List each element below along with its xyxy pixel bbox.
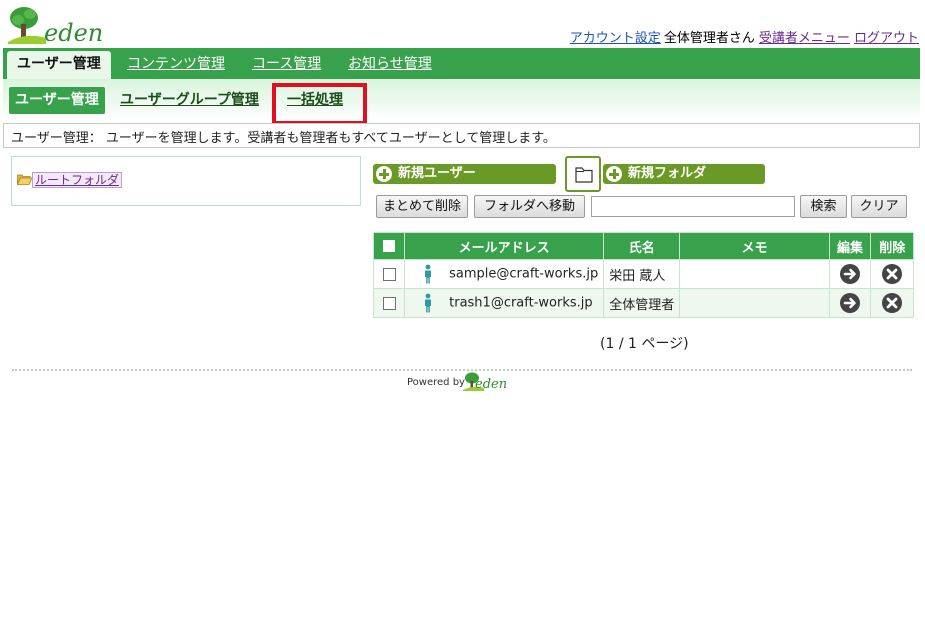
clear-button[interactable]: クリア (851, 195, 907, 218)
edit-cell (828, 259, 872, 289)
tree-item-root: ルートフォルダ (17, 171, 123, 188)
header-memo[interactable]: メモ (679, 232, 830, 260)
add-circle-icon (606, 166, 622, 182)
subtab-bulk-processing[interactable]: 一括処理 (287, 87, 343, 114)
footer-logo-text: eden (475, 377, 508, 392)
move-to-folder-button[interactable]: フォルダへ移動 (474, 195, 585, 218)
folder-tree-panel: ルートフォルダ (11, 156, 361, 206)
logout-link[interactable]: ログアウト (854, 31, 919, 46)
delete-x-icon[interactable] (882, 293, 903, 313)
search-button[interactable]: 検索 (800, 195, 847, 218)
row-select-cell (372, 259, 406, 289)
user-memo (679, 288, 830, 318)
user-name: 全体管理者 (603, 288, 681, 318)
delete-cell (870, 288, 914, 318)
pagination-label: (1 / 1 ページ) (600, 336, 689, 352)
powered-by-label: Powered by (407, 377, 465, 388)
email-cell: trash1@craft-works.jp (404, 288, 605, 318)
header-email[interactable]: メールアドレス (404, 232, 605, 260)
account-settings-link[interactable]: アカウント設定 (570, 31, 661, 46)
tab-course-management[interactable]: コース管理 (252, 48, 321, 79)
table-row: sample@craft-works.jp 栄田 蔵人 (372, 259, 914, 289)
edit-cell (828, 288, 872, 318)
new-user-label: 新規ユーザー (398, 166, 476, 181)
user-table: メールアドレス 氏名 メモ 編集 削除 sample@craft-works.j… (372, 232, 914, 318)
subtab-user-group-management[interactable]: ユーザーグループ管理 (120, 87, 259, 114)
table-row: trash1@craft-works.jp 全体管理者 (372, 288, 914, 318)
tab-content-management[interactable]: コンテンツ管理 (127, 48, 225, 79)
header-delete: 削除 (870, 232, 914, 260)
eden-logo: eden (8, 4, 108, 47)
delete-x-icon[interactable] (882, 264, 903, 284)
main-tab-bar: ユーザー管理 コンテンツ管理 コース管理 お知らせ管理 (3, 48, 920, 79)
user-memo (679, 259, 830, 289)
delete-cell (870, 259, 914, 289)
search-input[interactable] (591, 196, 795, 217)
new-folder-button[interactable]: 新規フォルダ (603, 164, 765, 184)
header-select-cell (372, 232, 406, 260)
row-select-cell (372, 288, 406, 318)
row-checkbox[interactable] (382, 296, 396, 310)
bulk-delete-button[interactable]: まとめて削除 (376, 195, 468, 218)
user-icon (425, 293, 432, 313)
tab-notice-management[interactable]: お知らせ管理 (348, 48, 432, 79)
table-header-row: メールアドレス 氏名 メモ 編集 削除 (372, 232, 914, 260)
new-folder-label: 新規フォルダ (628, 166, 707, 181)
new-user-button[interactable]: 新規ユーザー (373, 164, 556, 184)
header-name[interactable]: 氏名 (603, 232, 681, 260)
user-email: sample@craft-works.jp (449, 266, 599, 282)
user-name: 栄田 蔵人 (603, 259, 681, 289)
add-circle-icon (376, 166, 392, 182)
row-checkbox[interactable] (382, 267, 396, 281)
open-folder-icon (17, 174, 32, 185)
sub-tab-bar: ユーザー管理 ユーザーグループ管理 一括処理 (3, 79, 920, 119)
top-nav: アカウント設定 全体管理者さん 受講者メニュー ログアウト (570, 27, 919, 46)
subtab-user-management[interactable]: ユーザー管理 (9, 87, 105, 114)
tab-user-management[interactable]: ユーザー管理 (7, 51, 111, 79)
page-description: ユーザー管理： ユーザーを管理します。受講者も管理者もすべてユーザーとして管理し… (3, 123, 920, 148)
email-cell: sample@craft-works.jp (404, 259, 605, 289)
logo-text: eden (44, 19, 104, 47)
select-all-checkbox[interactable] (383, 240, 396, 252)
user-email: trash1@craft-works.jp (449, 295, 593, 311)
user-icon (425, 264, 432, 284)
folder-view-button[interactable] (565, 156, 601, 192)
powered-by-footer: Powered by eden (407, 371, 527, 395)
student-menu-link[interactable]: 受講者メニュー (759, 31, 850, 46)
tree-icon (8, 7, 46, 44)
root-folder-link[interactable]: ルートフォルダ (32, 172, 123, 188)
edit-arrow-icon[interactable] (840, 293, 861, 313)
folder-icon (575, 167, 593, 183)
user-greeting: 全体管理者さん (663, 31, 755, 46)
header-edit: 編集 (828, 232, 872, 260)
edit-arrow-icon[interactable] (840, 264, 861, 284)
